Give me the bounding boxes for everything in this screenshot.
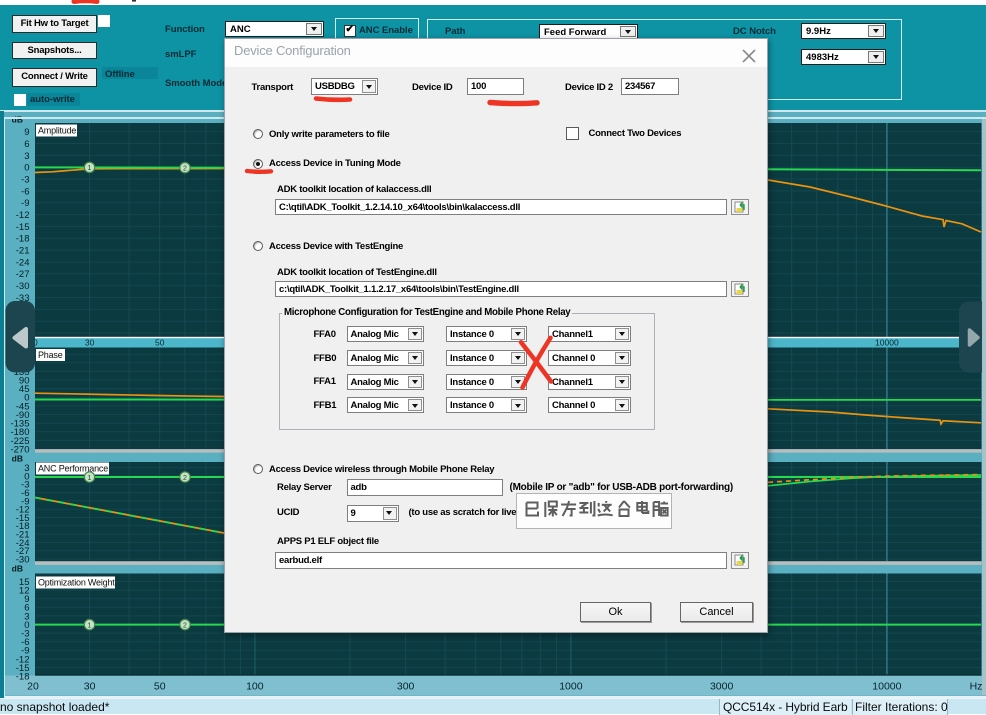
svg-text:9: 9 [24, 127, 29, 138]
svg-text:1: 1 [88, 622, 92, 629]
svg-text:1: 1 [88, 165, 92, 172]
svg-text:1: 1 [88, 475, 92, 482]
svg-text:dB: dB [12, 454, 23, 464]
svg-text:-30: -30 [16, 281, 30, 292]
svg-text:0: 0 [24, 163, 29, 174]
svg-text:ANC Performance: ANC Performance [38, 464, 108, 474]
svg-text:2: 2 [183, 622, 187, 629]
svg-text:Amplitude: Amplitude [38, 126, 76, 136]
svg-text:-6: -6 [21, 186, 29, 197]
svg-text:50: 50 [154, 681, 166, 693]
svg-text:30: 30 [85, 337, 95, 347]
svg-text:-3: -3 [21, 174, 29, 185]
svg-text:1000: 1000 [559, 681, 583, 693]
svg-text:dB: dB [12, 564, 23, 574]
svg-text:6: 6 [24, 139, 29, 150]
svg-text:10000: 10000 [872, 681, 901, 693]
svg-text:-21: -21 [16, 246, 30, 257]
svg-text:3000: 3000 [710, 681, 734, 693]
svg-text:30: 30 [84, 681, 96, 693]
svg-text:Hz: Hz [970, 681, 983, 693]
svg-text:-24: -24 [16, 257, 30, 268]
svg-text:2: 2 [183, 166, 187, 173]
svg-text:300: 300 [397, 681, 415, 693]
svg-text:50: 50 [155, 337, 165, 347]
svg-text:Optimization Weight: Optimization Weight [38, 578, 115, 588]
svg-text:3: 3 [24, 151, 29, 162]
svg-text:Phase: Phase [38, 350, 63, 360]
svg-text:-9: -9 [21, 198, 29, 209]
svg-text:-18: -18 [16, 234, 30, 245]
svg-text:10000: 10000 [875, 337, 899, 347]
svg-text:-12: -12 [16, 210, 30, 221]
svg-text:dB: dB [12, 115, 23, 125]
svg-text:-15: -15 [16, 222, 30, 233]
svg-text:2: 2 [183, 475, 187, 482]
svg-text:-27: -27 [16, 269, 30, 280]
svg-text:100: 100 [246, 681, 264, 693]
svg-text:20: 20 [27, 681, 39, 693]
